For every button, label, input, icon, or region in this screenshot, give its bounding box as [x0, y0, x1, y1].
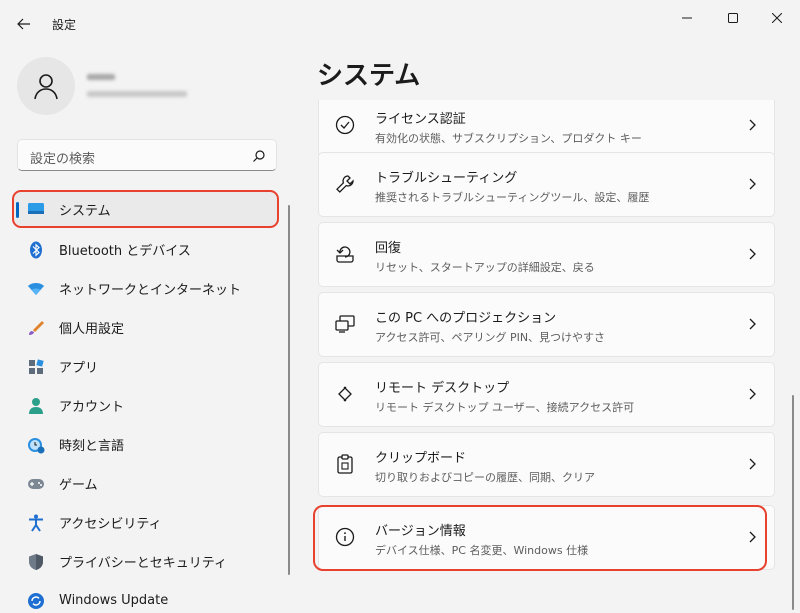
system-icon: [27, 200, 45, 218]
sidebar-item-gaming[interactable]: ゲーム: [17, 466, 279, 501]
sidebar-item-label: ゲーム: [59, 478, 98, 493]
projection-icon: [334, 313, 356, 335]
card-title: トラブルシューティング: [375, 171, 518, 186]
card-subtitle: 切り取りおよびコピーの履歴、同期、クリア: [375, 471, 595, 484]
sidebar-nav: システム Bluetooth とデバイス ネットワークとインターネット 個人用設…: [12, 190, 279, 613]
sidebar-item-system[interactable]: システム: [12, 190, 279, 228]
sidebar-item-label: 個人用設定: [59, 322, 125, 337]
sidebar-item-label: ネットワークとインターネット: [59, 283, 242, 298]
card-clipboard[interactable]: クリップボード 切り取りおよびコピーの履歴、同期、クリア: [318, 432, 775, 497]
card-subtitle: リモート デスクトップ ユーザー、接続アクセス許可: [375, 401, 635, 414]
chevron-right-icon: [749, 318, 756, 330]
sidebar-item-label: アプリ: [59, 361, 99, 376]
network-icon: [27, 280, 45, 298]
sidebar-item-label: アカウント: [59, 400, 125, 415]
close-button[interactable]: [754, 4, 800, 32]
selection-indicator: [16, 202, 19, 218]
back-button[interactable]: [10, 12, 38, 36]
settings-search-input[interactable]: 設定の検索: [17, 139, 277, 171]
title-bar: 設定: [0, 0, 800, 46]
page-title: システム: [317, 61, 421, 91]
bluetooth-icon: [27, 241, 45, 259]
chevron-right-icon: [749, 119, 756, 131]
app-title: 設定: [52, 18, 77, 32]
wrench-icon: [334, 173, 356, 195]
card-subtitle: アクセス許可、ペアリング PIN、見つけやすさ: [375, 331, 606, 344]
sidebar-item-label: 時刻と言語: [59, 439, 125, 454]
sidebar-item-personalization[interactable]: 個人用設定: [17, 310, 279, 345]
sidebar-item-time-language[interactable]: 時刻と言語: [17, 427, 279, 462]
info-icon: [334, 526, 356, 548]
sidebar-item-label: Windows Update: [59, 593, 169, 608]
sidebar-item-label: アクセシビリティ: [59, 517, 162, 532]
card-subtitle: 有効化の状態、サブスクリプション、プロダクト キー: [375, 132, 642, 145]
maximize-icon: [728, 13, 738, 23]
chevron-right-icon: [749, 388, 756, 400]
card-title: バージョン情報: [375, 524, 466, 539]
user-email-redacted: [87, 91, 187, 97]
apps-icon: [27, 358, 45, 376]
time-language-icon: [27, 436, 45, 454]
minimize-icon: [682, 17, 692, 19]
sidebar-item-accessibility[interactable]: アクセシビリティ: [17, 505, 279, 540]
chevron-right-icon: [749, 248, 756, 260]
card-title: クリップボード: [375, 451, 467, 466]
person-icon: [34, 74, 58, 100]
card-remote-desktop[interactable]: リモート デスクトップ リモート デスクトップ ユーザー、接続アクセス許可: [318, 362, 775, 427]
remote-desktop-icon: [334, 383, 356, 405]
main-scrollbar[interactable]: [792, 395, 794, 610]
sidebar-item-account[interactable]: アカウント: [17, 388, 279, 423]
sidebar-item-windows-update[interactable]: Windows Update: [17, 583, 279, 613]
card-title: ライセンス認証: [375, 112, 466, 127]
close-icon: [772, 13, 782, 23]
windows-update-icon: [27, 592, 45, 610]
back-arrow-icon: [17, 18, 30, 30]
sidebar-item-label: プライバシーとセキュリティ: [59, 556, 227, 571]
avatar: [17, 57, 75, 115]
search-icon: [252, 148, 266, 162]
card-subtitle: リセット、スタートアップの詳細設定、戻る: [375, 261, 595, 274]
account-icon: [27, 397, 45, 415]
card-subtitle: 推奨されるトラブルシューティングツール、設定、履歴: [375, 191, 650, 204]
card-projection[interactable]: この PC へのプロジェクション アクセス許可、ペアリング PIN、見つけやすさ: [318, 292, 775, 357]
sidebar-item-apps[interactable]: アプリ: [17, 349, 279, 384]
activation-check-icon: [334, 114, 356, 136]
clipboard-icon: [334, 453, 356, 475]
chevron-right-icon: [749, 178, 756, 190]
user-profile[interactable]: [17, 57, 317, 117]
recovery-icon: [334, 243, 356, 265]
settings-window: 設定 設定の検索 システム Bluetooth とデバイス ネットワークとインタ…: [0, 0, 800, 613]
personalization-icon: [27, 319, 45, 337]
gaming-icon: [27, 475, 45, 493]
card-subtitle: デバイス仕様、PC 名変更、Windows 仕様: [375, 544, 589, 557]
sidebar-item-label: Bluetooth とデバイス: [59, 244, 191, 259]
sidebar-scrollbar[interactable]: [288, 205, 290, 575]
card-troubleshoot[interactable]: トラブルシューティング 推奨されるトラブルシューティングツール、設定、履歴: [318, 152, 775, 217]
user-name-redacted: [87, 74, 115, 80]
card-recovery[interactable]: 回復 リセット、スタートアップの詳細設定、戻る: [318, 222, 775, 287]
card-title: 回復: [375, 241, 402, 256]
card-about[interactable]: バージョン情報 デバイス仕様、PC 名変更、Windows 仕様: [318, 505, 775, 570]
sidebar-item-label: システム: [59, 203, 111, 219]
sidebar-item-privacy[interactable]: プライバシーとセキュリティ: [17, 544, 279, 579]
card-title: リモート デスクトップ: [375, 381, 510, 396]
maximize-button[interactable]: [710, 4, 756, 32]
accessibility-icon: [27, 514, 45, 532]
card-title: この PC へのプロジェクション: [375, 311, 557, 326]
card-activation[interactable]: ライセンス認証 有効化の状態、サブスクリプション、プロダクト キー: [318, 100, 775, 158]
privacy-shield-icon: [27, 553, 45, 571]
sidebar-item-network[interactable]: ネットワークとインターネット: [17, 271, 279, 306]
settings-card-list: ライセンス認証 有効化の状態、サブスクリプション、プロダクト キー トラブルシュ…: [318, 100, 776, 613]
chevron-right-icon: [749, 458, 756, 470]
chevron-right-icon: [749, 531, 756, 543]
sidebar-item-bluetooth[interactable]: Bluetooth とデバイス: [17, 232, 279, 267]
minimize-button[interactable]: [664, 4, 710, 32]
search-placeholder: 設定の検索: [30, 152, 96, 167]
